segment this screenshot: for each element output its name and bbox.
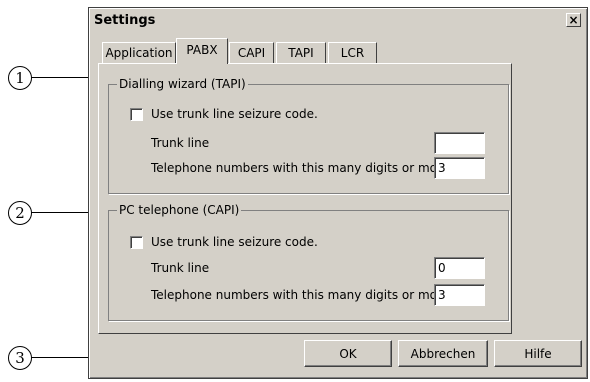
- tapi-digits-field[interactable]: [434, 157, 485, 179]
- help-button[interactable]: Hilfe: [494, 340, 582, 367]
- callout-1: 1: [8, 66, 32, 90]
- group-title-tapi: Dialling wizard (TAPI): [117, 77, 248, 91]
- tapi-trunk-seizure-checkbox[interactable]: [130, 108, 143, 121]
- capi-trunk-seizure-checkbox[interactable]: [130, 236, 143, 249]
- window-title: Settings: [94, 13, 156, 28]
- tab-pabx[interactable]: PABX: [176, 38, 228, 64]
- capi-digits-field[interactable]: [434, 284, 485, 306]
- callout-3-line: [31, 357, 88, 358]
- callout-2-line: [31, 212, 88, 213]
- capi-trunk-line-field[interactable]: [434, 257, 485, 279]
- callout-2: 2: [8, 201, 32, 225]
- title-bar: Settings ×: [91, 10, 585, 32]
- tab-tapi[interactable]: TAPI: [276, 42, 326, 63]
- callout-1-line: [31, 77, 88, 78]
- tapi-trunk-line-field[interactable]: [434, 132, 485, 154]
- group-title-capi: PC telephone (CAPI): [117, 203, 242, 217]
- capi-trunk-seizure-label: Use trunk line seizure code.: [151, 235, 318, 249]
- close-button[interactable]: ×: [566, 13, 581, 27]
- capi-trunk-line-label: Trunk line: [151, 261, 210, 275]
- ok-button[interactable]: OK: [304, 340, 392, 367]
- tapi-digits-label: Telephone numbers with this many digits …: [151, 161, 450, 175]
- tab-application[interactable]: Application: [102, 42, 176, 63]
- close-icon: ×: [568, 13, 579, 27]
- tab-capi[interactable]: CAPI: [229, 42, 274, 63]
- cancel-button[interactable]: Abbrechen: [398, 340, 488, 367]
- callout-3: 3: [8, 346, 32, 370]
- capi-digits-label: Telephone numbers with this many digits …: [151, 288, 450, 302]
- tab-lcr[interactable]: LCR: [328, 42, 377, 63]
- tapi-trunk-seizure-label: Use trunk line seizure code.: [151, 107, 318, 121]
- tapi-trunk-line-label: Trunk line: [151, 136, 210, 150]
